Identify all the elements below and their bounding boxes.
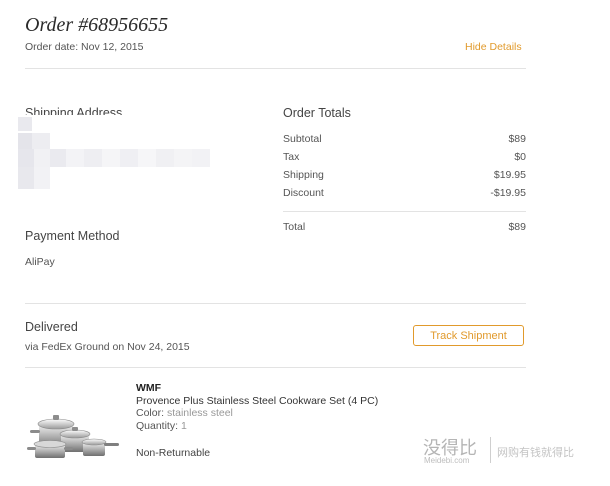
item-color: Color: stainless steel: [136, 407, 233, 419]
watermark-separator: [490, 437, 491, 463]
item-brand: WMF: [136, 382, 162, 394]
watermark-tagline: 网购有钱就得比: [497, 446, 574, 459]
item-name[interactable]: Provence Plus Stainless Steel Cookware S…: [136, 395, 378, 407]
totals-value: -$19.95: [490, 187, 526, 199]
watermark-site: Meidebi.com: [424, 456, 470, 465]
totals-row-subtotal: Subtotal $89: [283, 133, 526, 147]
order-title: Order #68956655: [25, 14, 169, 36]
item-quantity-value: 1: [180, 420, 187, 432]
totals-row-discount: Discount -$19.95: [283, 187, 526, 201]
totals-row-shipping: Shipping $19.95: [283, 169, 526, 183]
order-date: Order date: Nov 12, 2015: [25, 41, 144, 53]
totals-divider: [283, 211, 526, 212]
totals-row-total: Total $89: [283, 221, 526, 235]
product-image[interactable]: [25, 412, 120, 462]
totals-value: $0: [514, 151, 526, 163]
item-returnable: Non-Returnable: [136, 447, 211, 459]
delivery-detail: via FedEx Ground on Nov 24, 2015: [25, 341, 190, 353]
total-label: Total: [283, 221, 306, 233]
delivery-divider: [25, 367, 526, 368]
totals-label: Subtotal: [283, 133, 322, 145]
totals-value: $89: [508, 133, 526, 145]
payment-method-heading: Payment Method: [25, 229, 120, 243]
cookware-image: [27, 415, 119, 458]
totals-label: Shipping: [283, 169, 324, 181]
totals-value: $19.95: [493, 169, 526, 181]
totals-row-tax: Tax $0: [283, 151, 526, 165]
item-color-value: stainless steel: [166, 407, 233, 419]
order-totals-heading: Order Totals: [283, 106, 351, 120]
item-quantity: Quantity: 1: [136, 420, 187, 432]
delivery-status: Delivered: [25, 320, 78, 334]
item-color-label: Color:: [136, 407, 165, 419]
item-quantity-label: Quantity:: [136, 420, 179, 432]
payment-method-value: AliPay: [25, 256, 55, 268]
totals-label: Discount: [283, 187, 324, 199]
section-divider: [25, 303, 526, 304]
totals-label: Tax: [283, 151, 300, 163]
track-shipment-button[interactable]: Track Shipment: [413, 325, 524, 346]
hide-details-link[interactable]: Hide Details: [465, 41, 522, 53]
total-value: $89: [508, 221, 526, 233]
redacted-address: [18, 115, 210, 191]
redacted-address-mosaic: [18, 115, 210, 191]
header-divider: [25, 68, 526, 69]
